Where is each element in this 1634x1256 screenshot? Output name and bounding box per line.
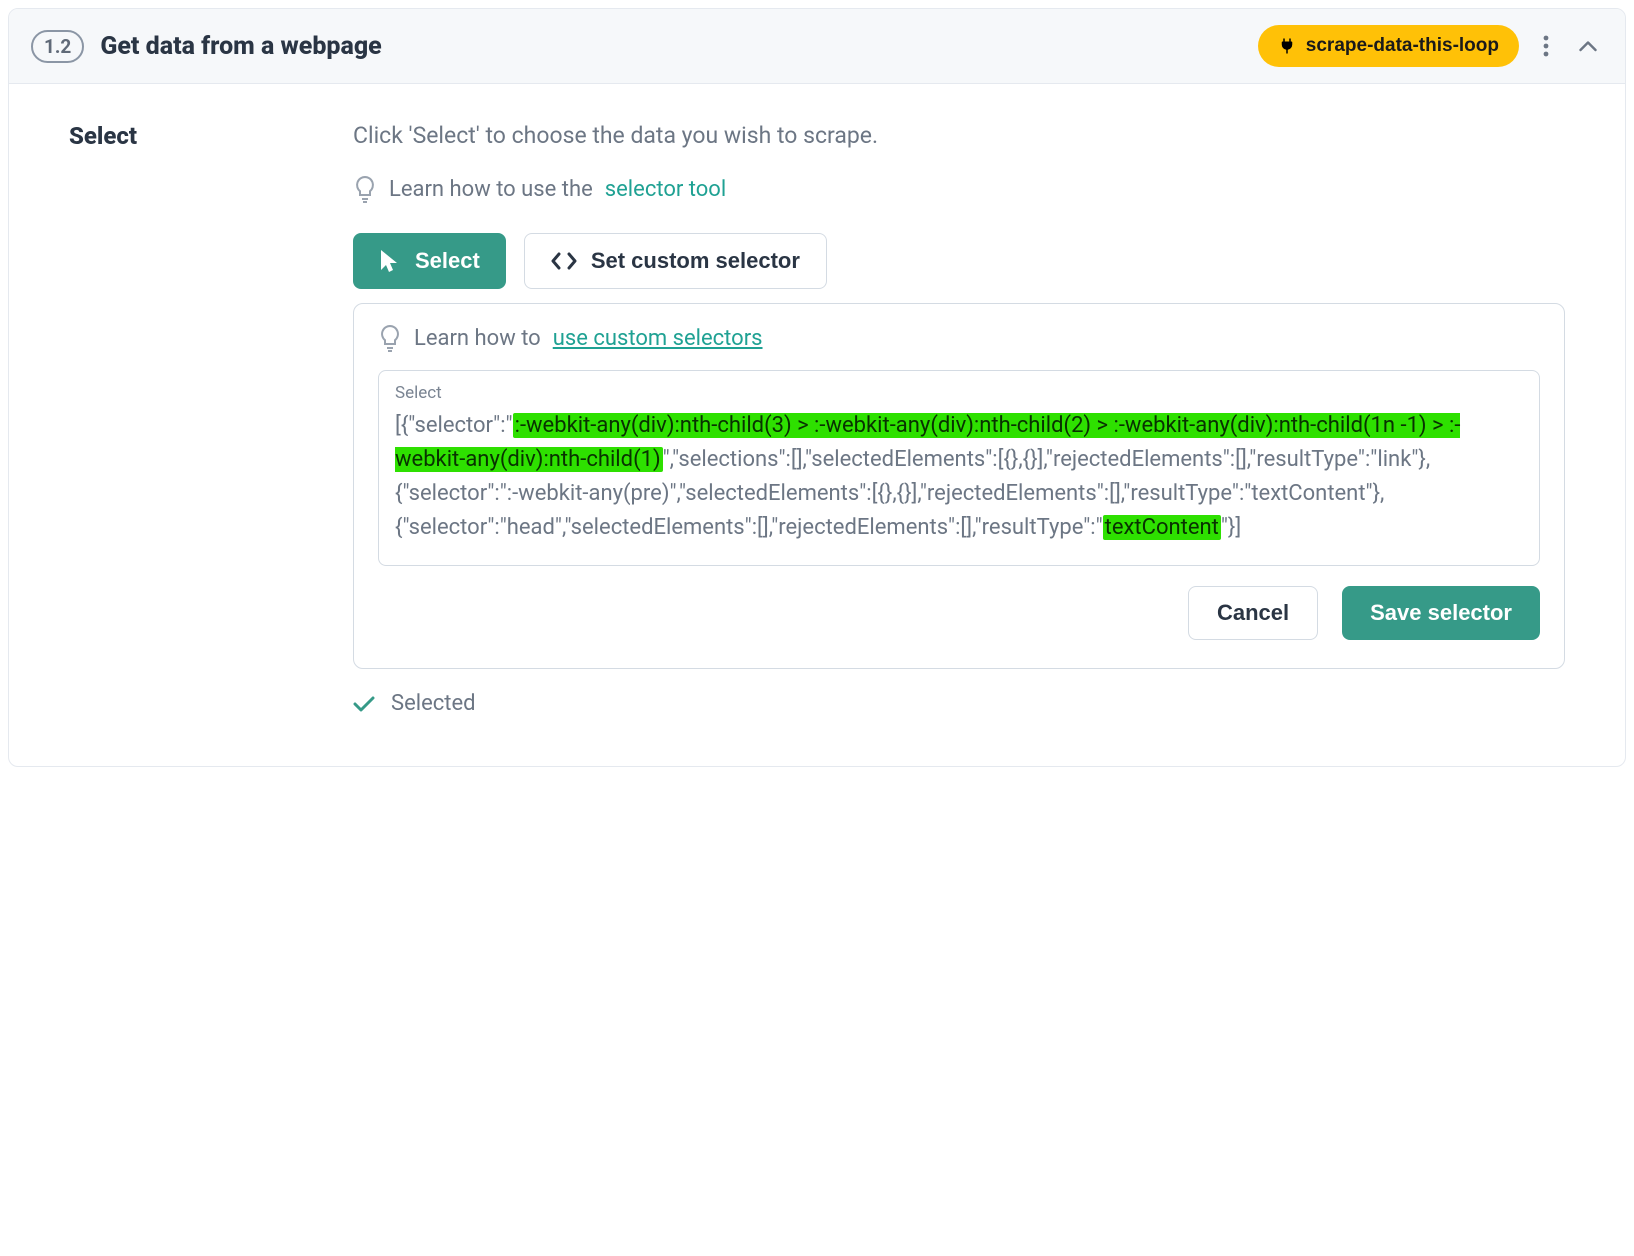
save-selector-button[interactable]: Save selector — [1342, 586, 1540, 640]
more-vertical-icon — [1543, 35, 1549, 57]
step-number-badge: 1.2 — [31, 30, 84, 63]
hint-text: Learn how to — [414, 326, 541, 351]
source-pill[interactable]: scrape-data-this-loop — [1258, 25, 1519, 67]
code-icon — [551, 252, 577, 270]
status-row: Selected — [353, 691, 1565, 716]
set-custom-selector-label: Set custom selector — [591, 248, 800, 274]
selector-field-value: [{"selector":":-webkit-any(div):nth-chil… — [395, 409, 1523, 545]
selector-tool-link[interactable]: selector tool — [605, 177, 726, 202]
chevron-up-icon — [1579, 41, 1597, 52]
more-options-button[interactable] — [1537, 34, 1555, 58]
left-column: Select — [69, 122, 329, 716]
section-label: Select — [69, 122, 329, 150]
hint-custom-selectors: Learn how to use custom selectors — [378, 324, 1540, 352]
select-button-label: Select — [415, 248, 480, 274]
step-card: 1.2 Get data from a webpage scrape-data-… — [8, 8, 1626, 767]
selector-field-label: Select — [395, 383, 1523, 403]
source-pill-label: scrape-data-this-loop — [1306, 35, 1499, 57]
lightbulb-icon — [378, 324, 402, 352]
collapse-button[interactable] — [1573, 40, 1603, 53]
panel-actions: Cancel Save selector — [378, 586, 1540, 640]
lightbulb-icon — [353, 175, 377, 203]
status-label: Selected — [391, 691, 476, 716]
header-right: scrape-data-this-loop — [1258, 25, 1603, 67]
instruction-text: Click 'Select' to choose the data you wi… — [353, 122, 1565, 149]
plug-icon — [1278, 37, 1296, 55]
check-icon — [353, 696, 375, 712]
card-body: Select Click 'Select' to choose the data… — [9, 84, 1625, 766]
cancel-button[interactable]: Cancel — [1188, 586, 1318, 640]
set-custom-selector-button[interactable]: Set custom selector — [524, 233, 827, 289]
hint-selector-tool: Learn how to use the selector tool — [353, 175, 1565, 203]
hint-text: Learn how to use the — [389, 177, 593, 202]
cursor-icon — [379, 248, 401, 274]
custom-selector-panel: Learn how to use custom selectors Select… — [353, 303, 1565, 669]
card-header: 1.2 Get data from a webpage scrape-data-… — [9, 9, 1625, 84]
right-column: Click 'Select' to choose the data you wi… — [353, 122, 1565, 716]
step-title: Get data from a webpage — [100, 32, 381, 61]
selector-field[interactable]: Select [{"selector":":-webkit-any(div):n… — [378, 370, 1540, 566]
select-button[interactable]: Select — [353, 233, 506, 289]
custom-selectors-link[interactable]: use custom selectors — [553, 326, 763, 351]
button-row: Select Set custom selector — [353, 233, 1565, 289]
header-left: 1.2 Get data from a webpage — [31, 30, 382, 63]
